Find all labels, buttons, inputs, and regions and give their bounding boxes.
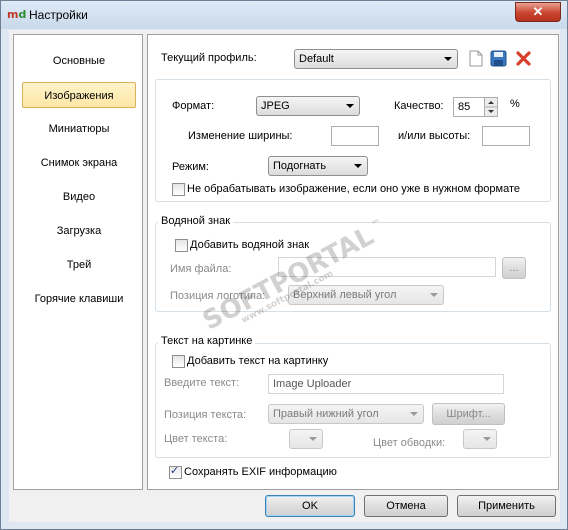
- add-watermark-checkbox[interactable]: [175, 239, 188, 252]
- text-position-select[interactable]: Правый нижний угол: [268, 404, 424, 424]
- quality-input[interactable]: 85: [453, 97, 485, 117]
- sidebar-item-screenshot[interactable]: Снимок экрана: [22, 150, 136, 176]
- skip-processing-checkbox[interactable]: [172, 183, 185, 196]
- app-logo-icon: md: [7, 8, 27, 21]
- mode-label: Режим:: [172, 161, 209, 173]
- dialog-client: Основные Изображения Миниатюры Снимок эк…: [9, 30, 560, 522]
- profile-value: Default: [299, 53, 334, 65]
- width-label: Изменение ширины:: [188, 130, 293, 142]
- text-input-label: Введите текст:: [164, 377, 240, 389]
- font-button[interactable]: Шрифт...: [432, 403, 505, 425]
- profile-label: Текущий профиль:: [161, 52, 257, 64]
- save-profile-icon[interactable]: [490, 50, 507, 67]
- text-position-label: Позиция текста:: [164, 409, 247, 421]
- chevron-down-icon: [309, 437, 317, 441]
- height-label: и/или высоты:: [398, 130, 471, 142]
- mode-value: Подогнать: [273, 160, 327, 172]
- text-color-picker[interactable]: [289, 429, 323, 449]
- save-exif-checkbox[interactable]: [169, 464, 182, 479]
- sidebar-item-hotkeys[interactable]: Горячие клавиши: [22, 286, 136, 312]
- overlay-text-input[interactable]: Image Uploader: [268, 374, 504, 394]
- delete-profile-icon[interactable]: [516, 51, 531, 66]
- sidebar-item-video[interactable]: Видео: [22, 184, 136, 210]
- stroke-color-picker[interactable]: [463, 429, 497, 449]
- stroke-color-label: Цвет обводки:: [373, 437, 446, 449]
- chevron-down-icon: [346, 104, 354, 108]
- chevron-down-icon: [444, 57, 452, 61]
- quality-label: Качество:: [394, 100, 444, 112]
- close-button[interactable]: ✕: [515, 2, 561, 22]
- profile-select[interactable]: Default: [294, 49, 458, 69]
- title-bar[interactable]: md Настройки ✕: [1, 1, 567, 29]
- chevron-down-icon: [483, 437, 491, 441]
- add-watermark-label: Добавить водяной знак: [190, 239, 310, 251]
- watermark-file-label: Имя файла:: [170, 263, 232, 275]
- chevron-down-icon: [410, 412, 418, 416]
- sidebar-item-general[interactable]: Основные: [22, 48, 136, 74]
- format-select[interactable]: JPEG: [256, 96, 360, 116]
- sidebar-item-tray[interactable]: Трей: [22, 252, 136, 278]
- height-input[interactable]: [482, 126, 530, 146]
- images-settings-panel: Текущий профиль: Default Формат: JPEG Ка…: [147, 34, 559, 490]
- format-value: JPEG: [261, 100, 290, 112]
- settings-window: md Настройки ✕ Основные Изображения Мини…: [0, 0, 568, 530]
- mode-select[interactable]: Подогнать: [268, 156, 368, 176]
- text-position-value: Правый нижний угол: [273, 408, 379, 420]
- cancel-button[interactable]: Отмена: [364, 495, 448, 517]
- browse-file-button[interactable]: ...: [502, 257, 526, 279]
- watermark-group-title: Водяной знак: [158, 215, 234, 227]
- sidebar-item-images[interactable]: Изображения: [22, 82, 136, 108]
- chevron-down-icon: [430, 293, 438, 297]
- apply-button[interactable]: Применить: [457, 495, 556, 517]
- add-text-label: Добавить текст на картинку: [187, 355, 329, 367]
- ok-button[interactable]: OK: [265, 495, 355, 517]
- quality-spin-icon[interactable]: [484, 97, 498, 117]
- save-exif-label: Сохранять EXIF информацию: [184, 466, 337, 478]
- format-label: Формат:: [172, 100, 215, 112]
- add-text-checkbox[interactable]: [172, 355, 185, 368]
- sidebar-item-thumbnails[interactable]: Миниатюры: [22, 116, 136, 142]
- window-title: Настройки: [29, 8, 88, 22]
- quality-unit: %: [510, 98, 520, 110]
- text-overlay-group-title: Текст на картинке: [158, 335, 256, 347]
- width-input[interactable]: [331, 126, 379, 146]
- sidebar-item-upload[interactable]: Загрузка: [22, 218, 136, 244]
- new-profile-icon[interactable]: [469, 50, 483, 67]
- skip-processing-label: Не обрабатывать изображение, если оно уж…: [187, 183, 520, 195]
- text-color-label: Цвет текста:: [164, 433, 228, 445]
- sidebar: Основные Изображения Миниатюры Снимок эк…: [13, 34, 143, 490]
- chevron-down-icon: [354, 164, 362, 168]
